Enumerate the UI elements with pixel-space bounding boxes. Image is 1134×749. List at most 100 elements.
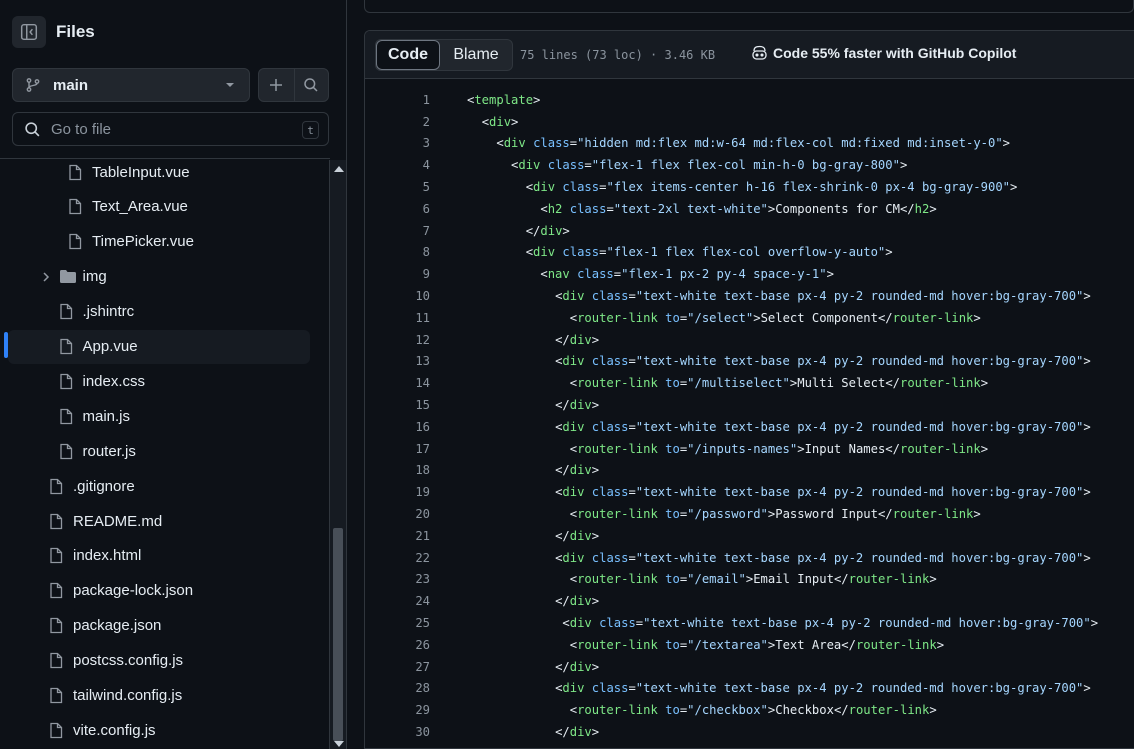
line-number[interactable]: 17 xyxy=(415,442,430,456)
code-line[interactable]: 22 <div class="text-white text-base px-4… xyxy=(365,547,1134,569)
tree-file[interactable]: tailwind.config.js xyxy=(8,679,326,713)
code-text: <router-link to="/checkbox">Checkbox</ro… xyxy=(569,703,937,718)
line-number[interactable]: 4 xyxy=(423,158,430,172)
tree-file[interactable]: .gitignore xyxy=(8,469,326,503)
scroll-down-arrow-icon[interactable] xyxy=(334,741,344,747)
code-line[interactable]: 19 <div class="text-white text-base px-4… xyxy=(365,481,1134,503)
files-title: Files xyxy=(56,22,95,41)
code-line[interactable]: 25 <div class="text-white text-base px-4… xyxy=(365,612,1134,634)
code-line[interactable]: 29 <router-link to="/checkbox">Checkbox<… xyxy=(365,699,1134,721)
tree-file[interactable]: main.js xyxy=(8,399,326,433)
tree-file[interactable]: TimePicker.vue xyxy=(8,225,326,259)
tree-file[interactable]: TableInput.vue xyxy=(8,159,326,189)
line-number[interactable]: 8 xyxy=(423,245,430,259)
code-line[interactable]: 6 <h2 class="text-2xl text-white">Compon… xyxy=(365,198,1134,220)
code-line[interactable]: 17 <router-link to="/inputs-names">Input… xyxy=(365,438,1134,460)
line-number[interactable]: 9 xyxy=(423,267,430,281)
line-number[interactable]: 12 xyxy=(415,333,430,347)
line-number[interactable]: 10 xyxy=(415,289,430,303)
code-line[interactable]: 10 <div class="text-white text-base px-4… xyxy=(365,285,1134,307)
go-to-file-field[interactable]: t xyxy=(12,112,329,146)
line-number[interactable]: 26 xyxy=(415,638,430,652)
add-file-button[interactable] xyxy=(259,69,294,101)
code-line[interactable]: 13 <div class="text-white text-base px-4… xyxy=(365,351,1134,373)
code-header: Code Blame 75 lines (73 loc) · 3.46 KB C… xyxy=(365,31,1134,79)
tree-file[interactable]: router.js xyxy=(8,434,326,468)
code-line[interactable]: 26 <router-link to="/textarea">Text Area… xyxy=(365,634,1134,656)
code-line[interactable]: 14 <router-link to="/multiselect">Multi … xyxy=(365,372,1134,394)
line-number[interactable]: 1 xyxy=(423,93,430,107)
chevron-right-icon[interactable] xyxy=(40,271,52,283)
line-number[interactable]: 22 xyxy=(415,551,430,565)
code-line[interactable]: 8 <div class="flex-1 flex flex-col overf… xyxy=(365,242,1134,264)
line-number[interactable]: 21 xyxy=(415,529,430,543)
line-number[interactable]: 11 xyxy=(415,311,430,325)
tab-blame[interactable]: Blame xyxy=(440,40,512,70)
code-line[interactable]: 7 </div> xyxy=(365,220,1134,242)
line-number[interactable]: 7 xyxy=(423,224,430,238)
copilot-promo-link[interactable]: Code 55% faster with GitHub Copilot xyxy=(751,45,1016,61)
code-line[interactable]: 12 </div> xyxy=(365,329,1134,351)
line-number[interactable]: 6 xyxy=(423,202,430,216)
code-line[interactable]: 18 </div> xyxy=(365,460,1134,482)
code-text: <div class="text-white text-base px-4 py… xyxy=(555,485,1091,500)
tree-file[interactable]: .jshintrc xyxy=(8,295,326,329)
line-number[interactable]: 19 xyxy=(415,485,430,499)
tree-file[interactable]: vite.config.js xyxy=(8,713,326,747)
line-number[interactable]: 20 xyxy=(415,507,430,521)
line-number[interactable]: 30 xyxy=(415,725,430,739)
code-line[interactable]: 21 </div> xyxy=(365,525,1134,547)
scrollbar-thumb[interactable] xyxy=(333,528,343,741)
line-number[interactable]: 16 xyxy=(415,420,430,434)
code-line[interactable]: 11 <router-link to="/select">Select Comp… xyxy=(365,307,1134,329)
code-line[interactable]: 5 <div class="flex items-center h-16 fle… xyxy=(365,176,1134,198)
tree-folder[interactable]: img xyxy=(8,260,326,294)
tree-file[interactable]: Text_Area.vue xyxy=(8,190,326,224)
code-line[interactable]: 3 <div class="hidden md:flex md:w-64 md:… xyxy=(365,133,1134,155)
line-number[interactable]: 27 xyxy=(415,660,430,674)
search-files-button[interactable] xyxy=(293,69,329,101)
line-number[interactable]: 13 xyxy=(415,354,430,368)
line-number[interactable]: 23 xyxy=(415,572,430,586)
code-line[interactable]: 24 </div> xyxy=(365,590,1134,612)
code-line[interactable]: 16 <div class="text-white text-base px-4… xyxy=(365,416,1134,438)
code-line[interactable]: 2 <div> xyxy=(365,111,1134,133)
tree-file[interactable]: postcss.config.js xyxy=(8,644,326,678)
tree-item-label: postcss.config.js xyxy=(73,652,184,670)
line-number[interactable]: 3 xyxy=(423,136,430,150)
line-number[interactable]: 18 xyxy=(415,463,430,477)
tree-item-label: TimePicker.vue xyxy=(92,233,194,251)
code-line[interactable]: 27 </div> xyxy=(365,656,1134,678)
code-line[interactable]: 28 <div class="text-white text-base px-4… xyxy=(365,678,1134,700)
code-line[interactable]: 1 <template> xyxy=(365,89,1134,111)
line-number[interactable]: 5 xyxy=(423,180,430,194)
tree-file[interactable]: README.md xyxy=(8,504,326,538)
code-line[interactable]: 23 <router-link to="/email">Email Input<… xyxy=(365,569,1134,591)
code-line[interactable]: 15 </div> xyxy=(365,394,1134,416)
line-number[interactable]: 24 xyxy=(415,594,430,608)
file-tree-scrollbar[interactable] xyxy=(329,160,346,749)
go-to-file-input[interactable] xyxy=(51,120,281,138)
branch-selector[interactable]: main xyxy=(12,68,250,102)
tree-file[interactable]: App.vue xyxy=(8,329,310,364)
file-icon xyxy=(59,303,73,320)
collapse-sidebar-button[interactable] xyxy=(12,16,46,48)
tab-code[interactable]: Code xyxy=(376,40,440,70)
line-number[interactable]: 15 xyxy=(415,398,430,412)
code-line[interactable]: 20 <router-link to="/password">Password … xyxy=(365,503,1134,525)
tree-file[interactable]: index.html xyxy=(8,539,326,573)
copilot-promo-text: Code 55% faster with GitHub Copilot xyxy=(773,45,1017,61)
scroll-up-arrow-icon[interactable] xyxy=(334,166,344,172)
line-number[interactable]: 14 xyxy=(415,376,430,390)
tree-file[interactable]: package.json xyxy=(8,609,326,643)
line-number[interactable]: 28 xyxy=(415,681,430,695)
code-line[interactable]: 9 <nav class="flex-1 px-2 py-4 space-y-1… xyxy=(365,263,1134,285)
code-line[interactable]: 30 </div> xyxy=(365,721,1134,743)
line-number[interactable]: 2 xyxy=(423,115,430,129)
tree-file[interactable]: package-lock.json xyxy=(8,574,326,608)
line-number[interactable]: 25 xyxy=(415,616,430,630)
line-number[interactable]: 29 xyxy=(415,703,430,717)
code-line[interactable]: 4 <div class="flex-1 flex flex-col min-h… xyxy=(365,154,1134,176)
file-tree-sidebar: Files main Go to file t TableInput.vue T… xyxy=(0,0,347,749)
tree-file[interactable]: index.css xyxy=(8,364,326,398)
